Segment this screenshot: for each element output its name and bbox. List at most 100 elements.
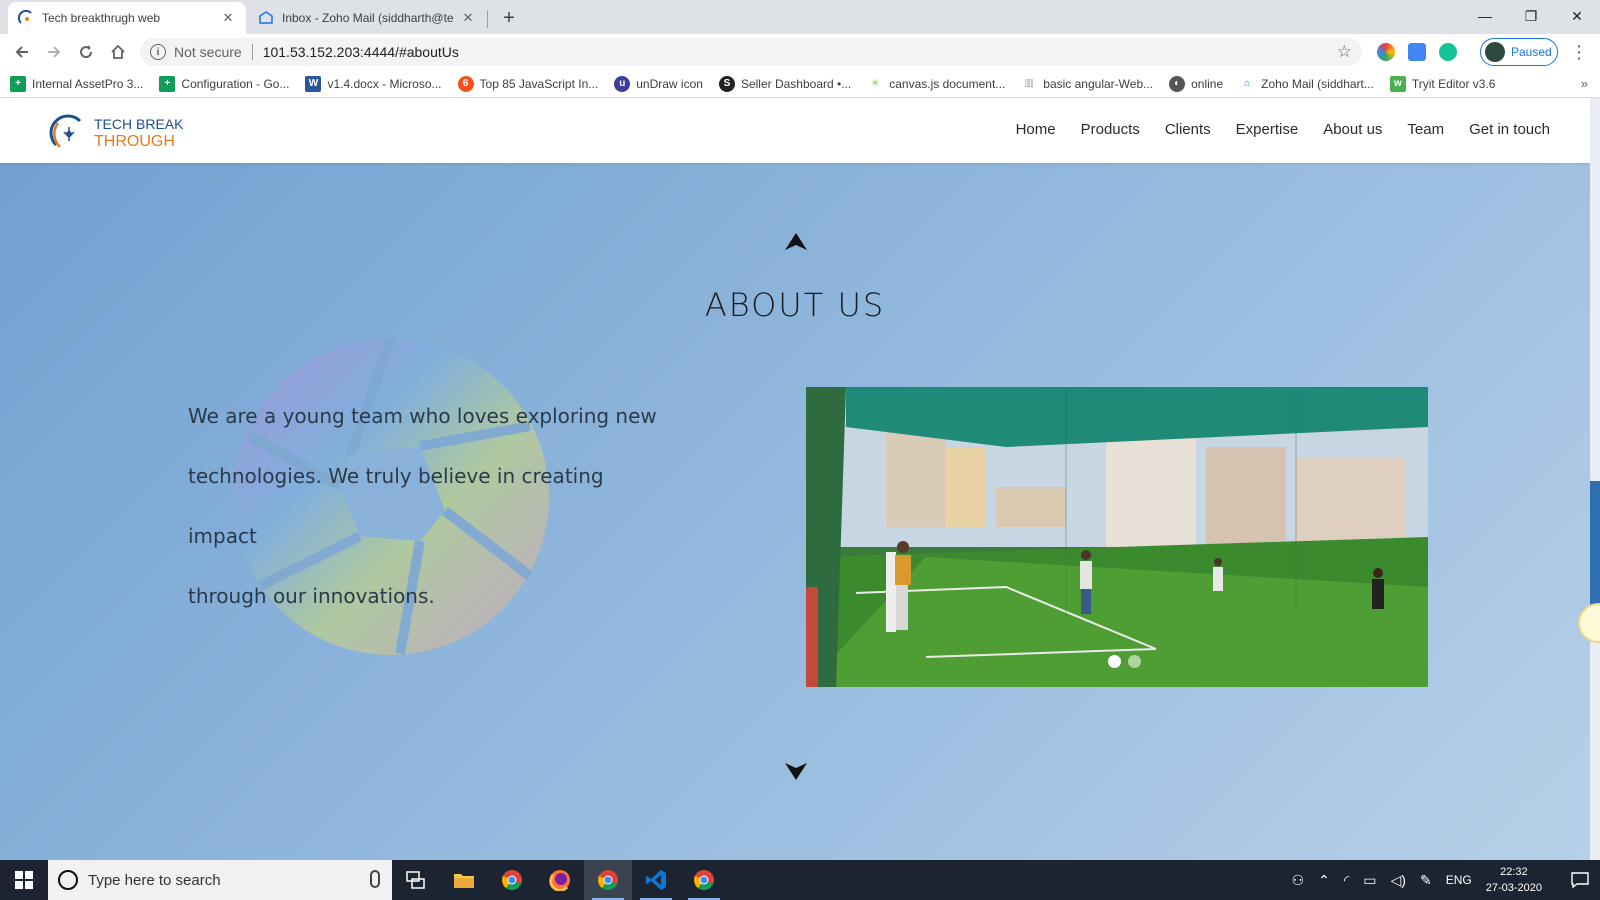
word-icon: W [305, 75, 322, 92]
nav-clients[interactable]: Clients [1165, 121, 1211, 138]
carousel-dot-active[interactable] [1108, 655, 1121, 668]
bars-icon: ▥ [1021, 75, 1038, 92]
not-secure-label: Not secure [174, 44, 242, 60]
carousel-slide-image [806, 387, 1428, 687]
url-text[interactable]: 101.53.152.203:4444/#aboutUs [263, 44, 459, 60]
grammarly-icon[interactable] [1439, 43, 1457, 61]
browser-menu-icon[interactable]: ⋮ [1570, 42, 1588, 63]
bookmark-item[interactable]: + Internal AssetPro 3... [10, 75, 143, 92]
page-scrollbar[interactable] [1590, 98, 1600, 860]
chrome-icon[interactable] [488, 860, 536, 900]
bookmarks-bar: + Internal AssetPro 3... + Configuration -… [0, 70, 1600, 98]
zoho-mail-icon: ⌂ [1239, 75, 1256, 92]
bookmark-item[interactable]: + Configuration - Go... [159, 75, 289, 92]
taskbar-search-box[interactable]: Type here to search [48, 860, 392, 900]
nav-team[interactable]: Team [1407, 121, 1444, 138]
bookmark-item[interactable]: S Seller Dashboard •... [718, 75, 851, 92]
close-tab-icon[interactable]: ✕ [220, 10, 236, 26]
system-tray: ⚇ ⌃ ◜ ▭ ◁) ✎ ENG 22:32 27-03-2020 [1292, 860, 1600, 900]
nav-products[interactable]: Products [1081, 121, 1140, 138]
pen-icon[interactable]: ✎ [1420, 872, 1432, 889]
divider [251, 44, 253, 60]
minimize-button[interactable]: — [1462, 0, 1508, 32]
sheets-icon: + [159, 75, 176, 92]
new-tab-button[interactable]: + [497, 6, 521, 30]
orange-dot-icon: 6 [457, 75, 474, 92]
bookmark-item[interactable]: 6 Top 85 JavaScript In... [457, 75, 598, 92]
restore-button[interactable]: ❐ [1508, 0, 1554, 32]
info-icon[interactable]: i [150, 44, 166, 60]
nav-expertise[interactable]: Expertise [1236, 121, 1299, 138]
notification-icon[interactable] [1560, 860, 1600, 900]
bookmark-item[interactable]: ⌂ Zoho Mail (siddhart... [1239, 75, 1374, 92]
bookmark-item[interactable]: u unDraw icon [614, 75, 703, 92]
vscode-icon[interactable] [632, 860, 680, 900]
file-explorer-icon[interactable] [440, 860, 488, 900]
logo-mark-icon [49, 114, 82, 148]
paused-label: Paused [1511, 45, 1552, 59]
image-carousel[interactable] [806, 387, 1428, 687]
nav-get-in-touch[interactable]: Get in touch [1469, 121, 1550, 138]
close-window-button[interactable]: ✕ [1554, 0, 1600, 32]
bookmark-item[interactable]: Wv1.4.docx - Microso... [305, 75, 442, 92]
nav-about-us[interactable]: About us [1323, 121, 1382, 138]
bookmark-star-icon[interactable]: ☆ [1337, 42, 1352, 62]
about-line: technologies. We truly believe in creati… [188, 464, 604, 548]
browser-tab-strip: Tech breakthrugh web ✕ Inbox - Zoho Mail… [0, 0, 1600, 34]
chevron-up-icon[interactable]: ⌃ [1318, 872, 1330, 889]
bookmark-item[interactable]: ▥ basic angular-Web... [1021, 75, 1153, 92]
scroll-up-arrow-icon[interactable] [784, 231, 808, 251]
nav-home[interactable]: Home [1016, 121, 1056, 138]
home-icon[interactable] [104, 38, 132, 66]
page-viewport: TECH BREAK THROUGH Home Products Clients… [0, 98, 1600, 860]
site-nav: Home Products Clients Expertise About us… [991, 121, 1550, 138]
volume-icon[interactable]: ◁) [1391, 872, 1406, 889]
microphone-icon[interactable] [370, 870, 380, 888]
windows-taskbar: Type here to search ⚇ ⌃ ◜ ▭ ◁) ✎ ENG 22:… [0, 860, 1600, 900]
clock[interactable]: 22:32 27-03-2020 [1486, 864, 1542, 896]
windows-start-button[interactable] [0, 860, 48, 900]
logo-line-2: THROUGH [94, 133, 175, 150]
site-logo[interactable]: TECH BREAK THROUGH [48, 113, 188, 153]
battery-icon[interactable]: ▭ [1363, 872, 1376, 889]
people-icon[interactable]: ⚇ [1292, 872, 1305, 889]
color-picker-extension-icon[interactable] [1377, 43, 1395, 61]
back-arrow-icon[interactable] [8, 38, 36, 66]
sheets-icon: + [10, 75, 26, 92]
scroll-down-arrow-icon[interactable] [784, 762, 808, 782]
logo-text: TECH BREAK THROUGH [94, 116, 183, 150]
logo-line-1: TECH BREAK [94, 116, 184, 132]
globe-icon: ◐ [1169, 75, 1186, 92]
firefox-icon[interactable] [536, 860, 584, 900]
floating-chat-button[interactable] [1578, 603, 1600, 643]
clock-date: 27-03-2020 [1485, 882, 1542, 894]
cortana-icon [58, 870, 78, 890]
bookmark-item[interactable]: w Tryit Editor v3.6 [1389, 75, 1495, 92]
language-indicator[interactable]: ENG [1446, 873, 1472, 887]
google-translate-icon[interactable] [1408, 43, 1426, 61]
site-favicon-icon [18, 10, 34, 26]
scrollbar-thumb[interactable] [1590, 481, 1600, 611]
close-tab-icon[interactable]: ✕ [460, 10, 476, 26]
address-bar[interactable]: i Not secure 101.53.152.203:4444/#aboutU… [140, 38, 1362, 66]
forward-arrow-icon[interactable] [40, 38, 68, 66]
task-view-icon[interactable] [392, 860, 440, 900]
about-description: We are a young team who loves exploring … [188, 386, 678, 626]
bookmark-item[interactable]: ✳ canvas.js document... [867, 75, 1005, 92]
reload-icon[interactable] [72, 38, 100, 66]
tab-title: Tech breakthrugh web [42, 11, 161, 25]
browser-toolbar: i Not secure 101.53.152.203:4444/#aboutU… [0, 34, 1600, 70]
avatar [1485, 42, 1505, 62]
tab-zoho-mail[interactable]: Inbox - Zoho Mail (siddharth@te ✕ [248, 2, 488, 34]
network-icon[interactable]: ◜ [1344, 872, 1349, 889]
bookmarks-overflow-icon[interactable]: » [1581, 76, 1588, 91]
about-line: We are a young team who loves exploring … [188, 404, 657, 428]
chrome-canary-icon[interactable] [680, 860, 728, 900]
tab-title: Inbox - Zoho Mail (siddharth@te [282, 11, 454, 25]
carousel-dot[interactable] [1128, 655, 1141, 668]
tab-tech-breakthrough[interactable]: Tech breakthrugh web ✕ [8, 2, 246, 34]
bookmark-item[interactable]: ◐ online [1169, 75, 1223, 92]
profile-paused-button[interactable]: Paused [1480, 38, 1558, 66]
about-line: through our innovations. [188, 584, 435, 608]
chrome-dev-icon[interactable] [584, 860, 632, 900]
